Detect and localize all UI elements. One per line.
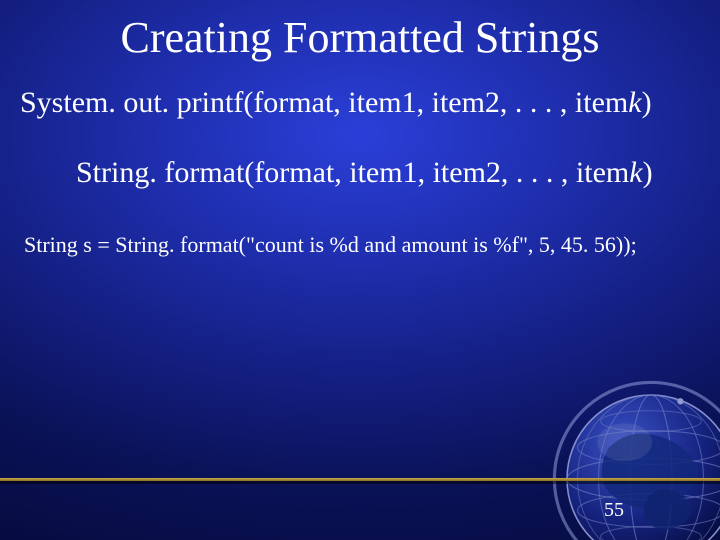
footer-divider [0, 478, 720, 484]
code-line-stringformat: String. format(format, item1, item2, . .… [76, 156, 653, 190]
slide: Creating Formatted Strings System. out. … [0, 0, 720, 540]
code-line-printf: System. out. printf(format, item1, item2… [20, 86, 652, 120]
text-segment: ) [642, 86, 652, 119]
page-number: 55 [604, 499, 624, 522]
code-line-example: String s = String. format("count is %d a… [24, 232, 637, 258]
italic-k: k [628, 86, 641, 119]
slide-title: Creating Formatted Strings [0, 12, 720, 63]
italic-k: k [629, 156, 642, 189]
text-segment: System. out. printf(format, item1, item2… [20, 86, 628, 119]
globe-icon [546, 374, 720, 540]
text-segment: String. format(format, item1, item2, . .… [76, 156, 629, 189]
text-segment: ) [643, 156, 653, 189]
